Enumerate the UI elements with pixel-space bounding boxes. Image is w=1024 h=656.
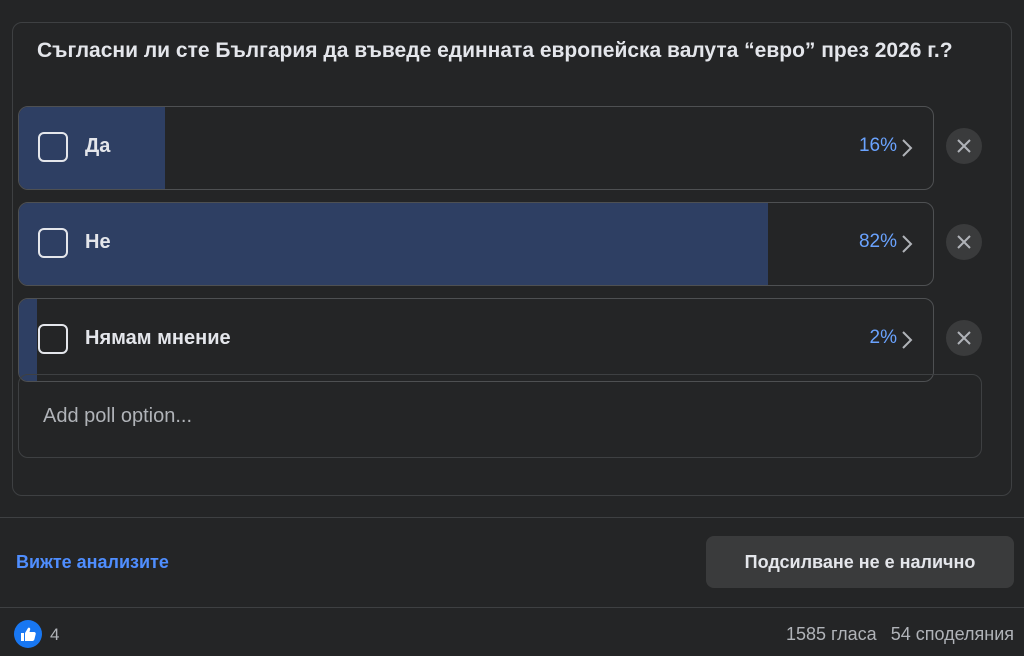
like-icon[interactable]	[14, 620, 42, 648]
close-icon	[957, 331, 971, 345]
poll-option-checkbox-3[interactable]	[38, 324, 68, 354]
like-count[interactable]: 4	[50, 625, 59, 645]
poll-option-3[interactable]: Нямам мнение 2%	[18, 298, 934, 382]
poll-option-checkbox-1[interactable]	[38, 132, 68, 162]
poll-option-label-2: Не	[85, 231, 111, 253]
chevron-right-icon[interactable]	[901, 330, 913, 350]
shares-count[interactable]: 54 споделяния	[891, 624, 1014, 644]
chevron-right-icon[interactable]	[901, 138, 913, 158]
poll-option-percent-3: 2%	[869, 327, 897, 348]
poll-option-2[interactable]: Не 82%	[18, 202, 934, 286]
add-poll-option-input[interactable]	[18, 374, 982, 458]
poll-option-label-1: Да	[85, 135, 111, 157]
poll-option-checkbox-2[interactable]	[38, 228, 68, 258]
poll-option-label-3: Нямам мнение	[85, 327, 231, 349]
poll-option-row-3: Нямам мнение 2%	[18, 298, 1002, 382]
poll-option-percent-1: 16%	[858, 135, 897, 156]
post-stats: 1585 гласа 54 споделяния	[786, 624, 1014, 645]
poll-question: Съгласни ли сте България да въведе единн…	[37, 39, 953, 62]
close-icon	[957, 235, 971, 249]
view-insights-link[interactable]: Вижте анализите	[16, 552, 169, 573]
divider	[0, 607, 1024, 608]
boost-button[interactable]: Подсилване не е налично	[706, 536, 1014, 588]
close-icon	[957, 139, 971, 153]
remove-option-button-3[interactable]	[946, 320, 982, 356]
poll-option-fill-2	[19, 203, 769, 285]
chevron-right-icon[interactable]	[901, 234, 913, 254]
poll-option-row-2: Не 82%	[18, 202, 1002, 286]
remove-option-button-1[interactable]	[946, 128, 982, 164]
votes-count[interactable]: 1585 гласа	[786, 624, 877, 644]
divider	[0, 517, 1024, 518]
poll-option-percent-2: 82%	[858, 231, 897, 252]
poll-option-1[interactable]: Да 16%	[18, 106, 934, 190]
poll-option-row-1: Да 16%	[18, 106, 1002, 190]
poll-option-fill-3	[19, 299, 38, 381]
remove-option-button-2[interactable]	[946, 224, 982, 260]
